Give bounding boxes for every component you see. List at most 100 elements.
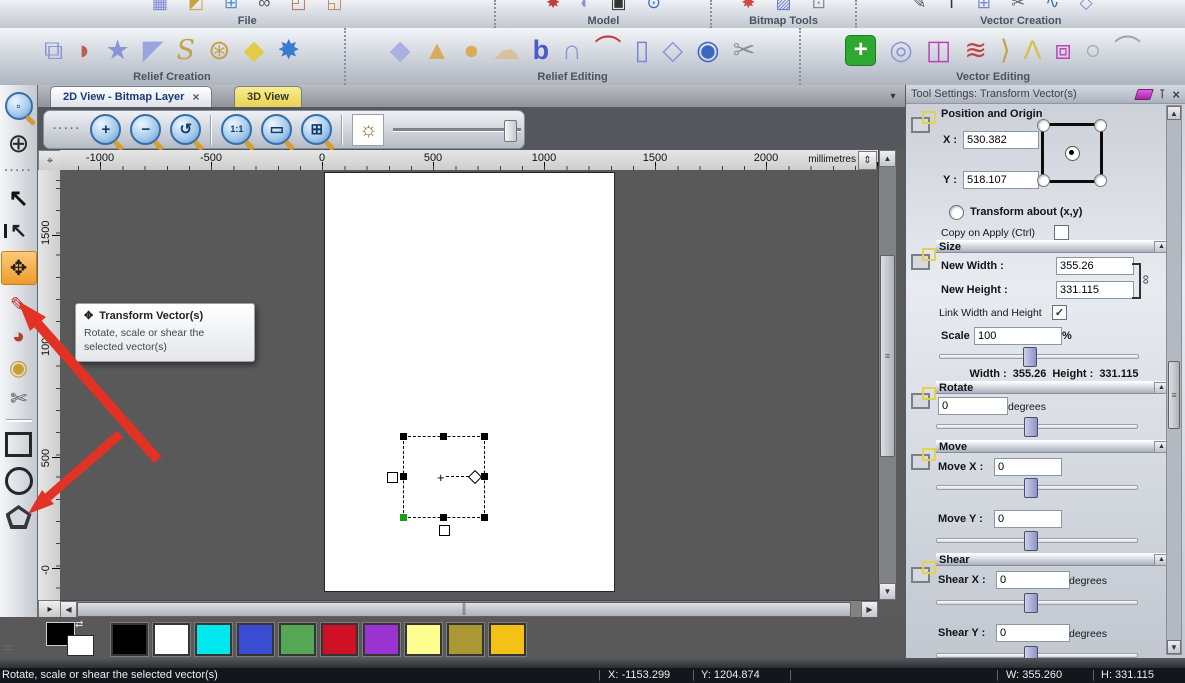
swap-colours-icon[interactable]: ⇄ bbox=[75, 619, 83, 630]
selection-outer-handle-left[interactable] bbox=[387, 472, 398, 483]
y-input[interactable] bbox=[963, 171, 1039, 189]
node-editing-tool-icon[interactable]: ↖ bbox=[10, 221, 27, 241]
selection-handle-br[interactable] bbox=[481, 514, 488, 521]
panel-scroll-up-button[interactable]: ▲ bbox=[1167, 106, 1181, 120]
new-height-input[interactable] bbox=[1056, 281, 1134, 299]
move-x-input[interactable] bbox=[994, 458, 1062, 476]
extrude-icon[interactable]: ◤ bbox=[143, 37, 164, 64]
zoom-in-icon[interactable]: + bbox=[90, 114, 121, 145]
scroll-left-button[interactable]: ◀ bbox=[60, 601, 77, 618]
fit-vectors-icon[interactable]: ◫ bbox=[926, 37, 952, 64]
zoom-slider[interactable] bbox=[393, 120, 521, 140]
zoom-slider-thumb[interactable] bbox=[504, 120, 517, 142]
close-panel-icon[interactable]: × bbox=[1172, 87, 1180, 102]
pin-panel-icon[interactable]: ⊺ bbox=[1159, 87, 1165, 101]
offset-relief-icon[interactable]: ◆ bbox=[244, 37, 265, 64]
tab-close-icon[interactable]: × bbox=[192, 90, 199, 104]
origin-corner-bottom-left[interactable] bbox=[1037, 174, 1050, 187]
ruler-origin-button[interactable]: ⌖ bbox=[38, 150, 62, 172]
emboss-icon[interactable]: b bbox=[533, 37, 550, 64]
palette-swatch-black[interactable] bbox=[111, 623, 148, 656]
weave-wizard-icon[interactable]: ⊛ bbox=[208, 37, 231, 64]
palette-swatch-green[interactable] bbox=[279, 623, 316, 656]
wrap-arch-icon[interactable]: ∩ bbox=[562, 37, 581, 64]
copy-on-apply-checkbox[interactable] bbox=[1054, 225, 1069, 240]
toolbar-save-icon[interactable]: ⊞ bbox=[224, 0, 238, 13]
scale-slider[interactable] bbox=[939, 347, 1139, 365]
rotate-section-bar[interactable]: Rotate ▲ bbox=[936, 381, 1172, 394]
toolbar-arc-icon[interactable]: ⌒ bbox=[1113, 0, 1130, 13]
origin-corner-bottom-right[interactable] bbox=[1094, 174, 1107, 187]
palette-swatch-blue[interactable] bbox=[237, 623, 274, 656]
selection-handle-tm[interactable] bbox=[440, 433, 447, 440]
tab-2d-view[interactable]: 2D View - Bitmap Layer × bbox=[50, 86, 212, 107]
selection-origin-handle[interactable] bbox=[400, 514, 407, 521]
palette-swatch-purple[interactable] bbox=[363, 623, 400, 656]
size-section-bar[interactable]: Size ▲ bbox=[936, 240, 1172, 253]
toolbar-open-icon[interactable]: ◩ bbox=[188, 0, 204, 13]
palette-swatch-cyan[interactable] bbox=[195, 623, 232, 656]
pan-globe-tool-icon[interactable]: ⊕ bbox=[8, 130, 30, 156]
relief-layers-icon[interactable]: ⧉ bbox=[44, 37, 63, 64]
palette-swatch-pale-yellow[interactable] bbox=[405, 623, 442, 656]
toolbar-pencil-icon[interactable]: ✎ bbox=[912, 0, 926, 13]
scroll-right-button[interactable]: ▶ bbox=[861, 601, 878, 618]
origin-corner-top-right[interactable] bbox=[1094, 119, 1107, 132]
origin-center-selected[interactable] bbox=[1065, 146, 1080, 161]
panel-scroll-down-button[interactable]: ▼ bbox=[1167, 640, 1181, 654]
secondary-colour-swatch[interactable] bbox=[67, 635, 94, 656]
primary-secondary-colours[interactable]: ⇄ bbox=[46, 622, 102, 656]
ellipse-tool-icon[interactable] bbox=[5, 467, 33, 495]
zoom-fit-icon[interactable]: ▭ bbox=[261, 114, 292, 145]
rotate-slider-thumb[interactable] bbox=[1024, 417, 1038, 437]
2d-canvas[interactable]: + bbox=[60, 170, 878, 600]
measure-tape-tool-icon[interactable]: ◉ bbox=[9, 357, 28, 379]
shear-y-input[interactable] bbox=[996, 624, 1070, 642]
toolbar-lights-icon[interactable]: ✸ bbox=[546, 0, 560, 13]
dome-icon[interactable]: ▲ bbox=[424, 37, 451, 64]
selection-handle-tl[interactable] bbox=[400, 433, 407, 440]
pillow-frame-icon[interactable]: ▯ bbox=[635, 37, 650, 64]
carve-knife-icon[interactable]: ✂ bbox=[733, 37, 756, 64]
move-x-slider-thumb[interactable] bbox=[1024, 478, 1038, 498]
sculpt-pencil-tool-icon[interactable]: ✎ bbox=[10, 295, 28, 316]
move-y-slider-thumb[interactable] bbox=[1024, 531, 1038, 551]
move-section-bar[interactable]: Move ▲ bbox=[936, 440, 1172, 453]
selection-handle-ml[interactable] bbox=[400, 473, 407, 480]
rotate-input[interactable] bbox=[938, 397, 1008, 415]
palette-swatch-white[interactable] bbox=[153, 623, 190, 656]
flood-fill-tool-icon[interactable]: ◕ bbox=[12, 326, 25, 347]
offset-vector-icon[interactable]: ◎ bbox=[889, 37, 913, 64]
vector-doctor-icon[interactable]: Λ bbox=[1024, 37, 1042, 64]
shape-editor-icon[interactable]: ◗ bbox=[76, 37, 92, 64]
canvas-vertical-scrollbar[interactable]: ▲ ≡ ▼ bbox=[878, 150, 896, 600]
move-y-input[interactable] bbox=[994, 510, 1062, 528]
trim-vectors-tool-icon[interactable]: ✄ bbox=[10, 389, 27, 409]
tab-3d-view[interactable]: 3D View bbox=[234, 86, 302, 107]
sculpt-icon[interactable]: ● bbox=[463, 37, 479, 64]
relief-star-icon[interactable]: ★ bbox=[105, 37, 129, 64]
select-vectors-tool-icon[interactable]: ↖ bbox=[8, 187, 28, 211]
x-input[interactable] bbox=[963, 131, 1039, 149]
tilt-plane-icon[interactable]: ◇ bbox=[662, 37, 683, 64]
model-sheet[interactable] bbox=[324, 172, 615, 592]
tab-list-dropdown-icon[interactable]: ▾ bbox=[886, 90, 900, 102]
create-vector-icon[interactable]: + bbox=[845, 35, 876, 66]
zoom-1to1-icon[interactable]: 1:1 bbox=[221, 114, 252, 145]
palette-swatch-gold[interactable] bbox=[489, 623, 526, 656]
toolbar-bitmap-icon[interactable]: ▨ bbox=[776, 0, 792, 13]
rectangle-tool-icon[interactable] bbox=[5, 432, 32, 457]
zoom-marquee-tool-icon[interactable]: ▫ bbox=[5, 92, 33, 120]
toolbar-text-icon[interactable]: T bbox=[946, 0, 956, 13]
vector-selection-box[interactable]: + bbox=[403, 436, 485, 518]
snap-settings-icon[interactable]: ☼ bbox=[352, 114, 384, 146]
toolbar-diamond-icon[interactable]: ◇ bbox=[1079, 0, 1092, 13]
transform-about-radio[interactable] bbox=[949, 205, 964, 220]
vector-texture-icon[interactable]: ≋ bbox=[964, 37, 987, 64]
scale-input[interactable] bbox=[974, 327, 1062, 345]
zoom-out-icon[interactable]: − bbox=[130, 114, 161, 145]
circle-star-icon[interactable]: ◉ bbox=[696, 37, 720, 64]
toolbar-frame-icon[interactable]: ⊡ bbox=[812, 0, 826, 13]
selection-outer-handle-bottom[interactable] bbox=[439, 525, 450, 536]
scroll-down-button[interactable]: ▼ bbox=[879, 583, 896, 600]
